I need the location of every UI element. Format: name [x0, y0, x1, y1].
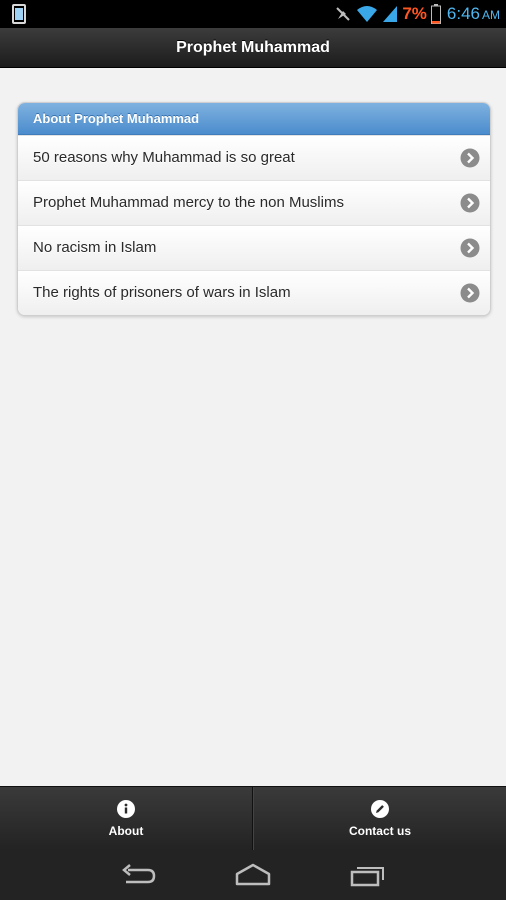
status-icons: 7% 6:46 AM: [334, 0, 500, 28]
list-item-label: No racism in Islam: [33, 239, 157, 256]
battery-percent: 7%: [402, 4, 427, 23]
list-item-label: The rights of prisoners of wars in Islam: [33, 284, 291, 301]
wifi-icon: [357, 6, 378, 22]
list-item-no-racism[interactable]: No racism in Islam: [18, 225, 490, 270]
back-icon[interactable]: [118, 862, 158, 888]
phone-icon: [12, 4, 26, 24]
list-divider: About Prophet Muhammad: [18, 103, 490, 135]
mute-icon: [336, 7, 351, 21]
app-header: Prophet Muhammad: [0, 28, 506, 68]
battery-icon: [430, 4, 441, 24]
list-item-label: 50 reasons why Muhammad is so great: [33, 149, 295, 166]
info-icon: [117, 799, 135, 818]
tab-label: About: [108, 823, 144, 838]
recent-apps-icon[interactable]: [348, 862, 388, 888]
topics-list: About Prophet Muhammad 50 reasons why Mu…: [17, 102, 491, 316]
list-item-prisoners-rights[interactable]: The rights of prisoners of wars in Islam: [18, 270, 490, 315]
pencil-icon: [371, 799, 389, 818]
footer-tabbar: About Contact us: [0, 786, 506, 850]
tab-contact-us[interactable]: Contact us: [253, 787, 506, 850]
signal-icon: [383, 6, 398, 22]
list-item-mercy[interactable]: Prophet Muhammad mercy to the non Muslim…: [18, 180, 490, 225]
page-title: Prophet Muhammad: [176, 38, 330, 56]
status-bar: 7% 6:46 AM: [0, 0, 506, 28]
chevron-right-icon: [460, 148, 480, 168]
tab-label: Contact us: [348, 823, 411, 838]
list-item-label: Prophet Muhammad mercy to the non Muslim…: [33, 194, 344, 211]
system-nav-bar: [0, 850, 506, 900]
clock: 6:46 AM: [446, 4, 500, 23]
list-item-50-reasons[interactable]: 50 reasons why Muhammad is so great: [18, 135, 490, 180]
tab-about[interactable]: About: [0, 787, 253, 850]
home-icon[interactable]: [233, 862, 273, 888]
chevron-right-icon: [460, 238, 480, 258]
chevron-right-icon: [460, 283, 480, 303]
chevron-right-icon: [460, 193, 480, 213]
